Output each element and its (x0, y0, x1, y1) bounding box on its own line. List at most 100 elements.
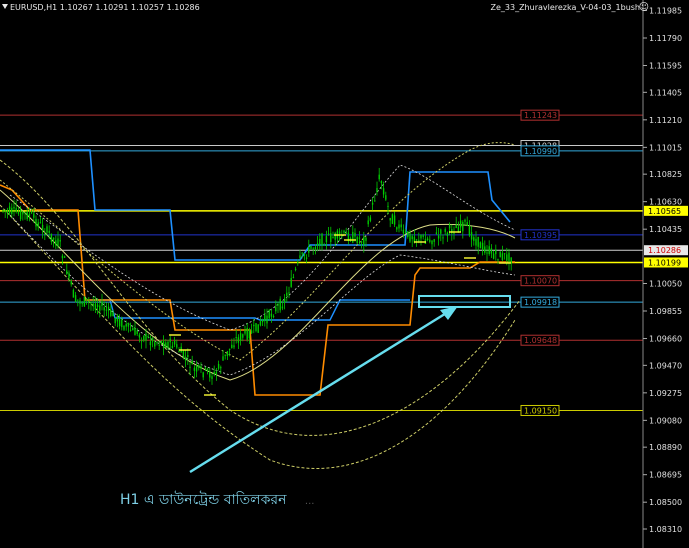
level-label: 1.09150 (524, 406, 557, 415)
candle-body (314, 247, 317, 250)
candle-body (15, 208, 17, 213)
candle-body (356, 237, 358, 244)
candle-body (202, 372, 204, 378)
level-label: 1.10990 (524, 147, 557, 156)
smiley-icon[interactable]: ☺ (639, 2, 649, 13)
candle-body (411, 236, 413, 240)
candle-body (74, 295, 77, 302)
candle-body (470, 232, 473, 240)
candle-body (455, 224, 457, 229)
candle-body (193, 367, 196, 371)
indicator-name: Ze_33_Zhuravlerezka_V-04-03_1bush (490, 3, 640, 12)
candle-body (426, 238, 429, 241)
candle-body (156, 342, 158, 344)
candle-body (393, 215, 396, 225)
candle-body (215, 371, 218, 374)
candle-body (50, 233, 53, 242)
candle-body (220, 367, 222, 369)
candle-body (352, 231, 354, 243)
candle-body (231, 344, 233, 349)
candle-body (46, 226, 48, 233)
candle-body (387, 205, 389, 207)
price-tick-label: 1.08310 (649, 525, 682, 534)
candle-body (363, 237, 365, 245)
candle-body (165, 342, 167, 348)
candle-body (345, 232, 347, 235)
candle-body (94, 303, 97, 310)
candle-body (299, 255, 301, 259)
level-price-tag-label: 1.10565 (648, 207, 681, 216)
candle-body (398, 224, 400, 229)
candle-body (209, 371, 211, 378)
level-price-tag-label: 1.10286 (648, 246, 681, 255)
candle-body (481, 242, 484, 250)
candle-body (145, 333, 147, 341)
candle-body (169, 338, 171, 343)
candle-body (495, 249, 497, 255)
candle-body (222, 356, 224, 361)
candle-body (13, 206, 15, 209)
candle-body (341, 235, 343, 237)
candle-body (101, 301, 103, 306)
candle-body (19, 209, 22, 220)
candle-body (378, 174, 380, 180)
candle-body (37, 222, 39, 228)
candle-body (114, 317, 116, 324)
candle-body (259, 321, 262, 326)
chart-background (0, 0, 689, 548)
candle-body (286, 292, 288, 296)
candle-body (237, 337, 240, 343)
candle-body (211, 376, 213, 379)
price-chart[interactable]: 1.112431.110281.109901.103951.100701.099… (0, 0, 689, 548)
candle-body (191, 360, 193, 365)
candle-body (2, 210, 4, 212)
candle-body (409, 233, 411, 242)
price-tick-label: 1.10825 (649, 170, 682, 179)
candle-body (369, 217, 372, 221)
price-tick-label: 1.10630 (649, 198, 682, 207)
candle-body (167, 341, 169, 349)
candle-body (446, 232, 449, 236)
candle-body (415, 239, 418, 241)
candle-body (244, 330, 246, 334)
candle-body (92, 303, 94, 306)
candle-body (107, 306, 110, 311)
candle-body (391, 214, 394, 224)
candle-body (213, 371, 215, 375)
candle-body (374, 200, 376, 202)
price-tick-label: 1.11210 (649, 116, 682, 125)
candle-body (303, 253, 306, 256)
candle-body (206, 368, 209, 372)
price-tick-label: 1.09080 (649, 416, 682, 425)
candle-body (129, 329, 132, 331)
candle-body (39, 222, 42, 224)
price-tick-label: 1.08890 (649, 443, 682, 452)
candle-body (319, 238, 321, 245)
candle-body (250, 330, 253, 334)
candle-body (178, 351, 180, 353)
candle-body (466, 222, 468, 227)
candle-body (407, 231, 409, 237)
candle-body (343, 230, 345, 233)
symbol-info: EURUSD,H1 1.10267 1.10291 1.10257 1.1028… (10, 3, 200, 12)
candle-body (499, 251, 501, 258)
candle-body (288, 292, 290, 294)
chevron-down-icon[interactable] (2, 4, 8, 9)
candle-body (332, 237, 334, 239)
candle-body (242, 334, 244, 338)
candle-body (138, 334, 141, 338)
candle-body (176, 344, 178, 348)
candle-body (261, 319, 264, 323)
candle-body (140, 340, 143, 342)
candle-body (297, 261, 299, 263)
candle-body (112, 312, 114, 317)
candle-body (305, 257, 308, 259)
chart-window[interactable]: 1.112431.110281.109901.103951.100701.099… (0, 0, 689, 548)
price-tick-label: 1.09855 (649, 307, 682, 316)
candle-body (226, 351, 229, 356)
candle-body (246, 327, 248, 340)
candle-body (281, 306, 284, 309)
price-tick-label: 1.10435 (649, 225, 682, 234)
candle-body (195, 366, 198, 372)
candle-body (125, 323, 127, 327)
